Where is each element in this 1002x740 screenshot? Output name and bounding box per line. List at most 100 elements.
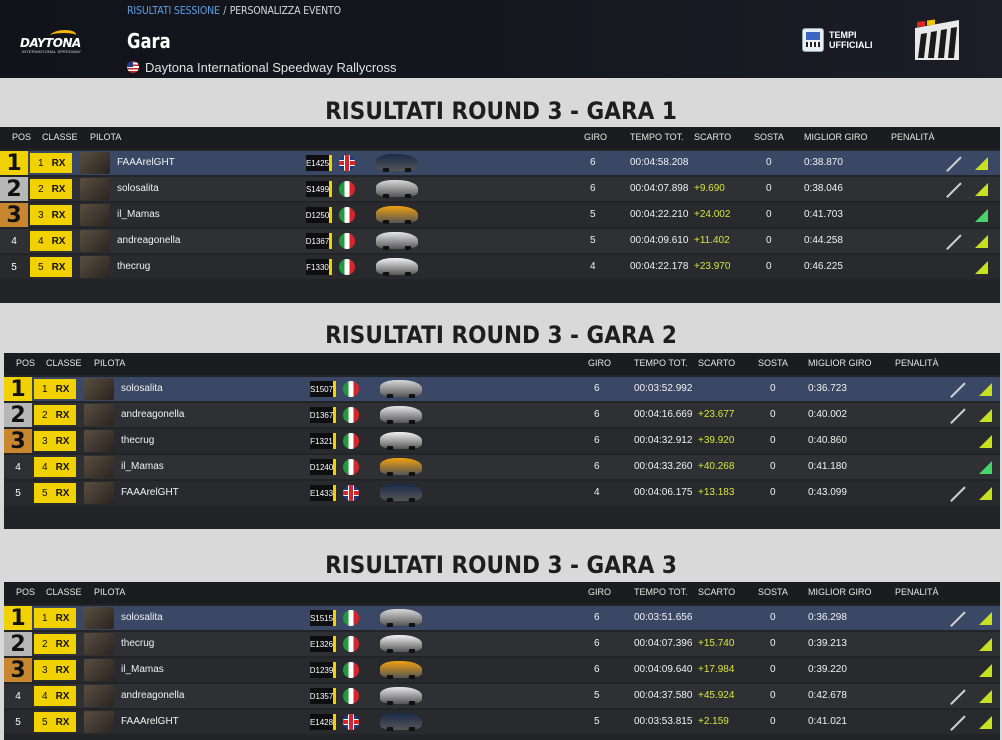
column-header-scarto[interactable]: SCARTO [698, 358, 735, 368]
penalty-slash-icon[interactable] [949, 688, 967, 704]
driver-name[interactable]: FAAArelGHT [117, 157, 175, 168]
penalty-slash-icon[interactable] [949, 407, 967, 423]
table-row[interactable]: 3 3 RX thecrug F1321 6 00:04:32.912 +39.920 0 0:4… [4, 429, 1000, 454]
driver-name[interactable]: andreagonella [117, 235, 180, 246]
breadcrumb-results-session[interactable]: RISULTATI SESSIONE [127, 4, 220, 17]
driver-name[interactable]: thecrug [117, 261, 150, 272]
driver-avatar [84, 456, 114, 478]
penalty-slash-icon[interactable] [949, 610, 967, 626]
penalty-slash-icon[interactable] [945, 155, 963, 171]
penalty-indicator-icon [979, 716, 992, 729]
pit-stops: 0 [770, 664, 776, 675]
driver-name[interactable]: andreagonella [121, 690, 184, 701]
total-time: 00:04:58.208 [630, 157, 689, 168]
table-row[interactable]: 5 5 RX thecrug F1330 4 00:04:22.178 +23.970 0 0:4… [0, 255, 1000, 279]
driver-name[interactable]: andreagonella [121, 409, 184, 420]
penalty-slash-icon[interactable] [945, 233, 963, 249]
column-header-giro[interactable]: GIRO [584, 132, 607, 142]
column-header-classe[interactable]: CLASSE [42, 132, 78, 142]
table-row[interactable]: 4 4 RX andreagonella D1357 5 00:04:37.580 +45.9… [4, 684, 1000, 708]
laps: 5 [594, 716, 600, 727]
table-row[interactable]: 4 4 RX andreagonella D1367 5 00:04:09.610 +11.4… [0, 229, 1000, 253]
driver-name[interactable]: solosalita [121, 612, 163, 623]
column-header-sosta[interactable]: SOSTA [758, 587, 788, 597]
column-header-miglior[interactable]: MIGLIOR GIRO [808, 358, 872, 368]
table-row[interactable]: 4 4 RX il_Mamas D1240 6 00:04:33.260 +40.268 0 0:… [4, 455, 1000, 479]
column-header-pos[interactable]: POS [16, 587, 35, 597]
laps: 6 [594, 638, 600, 649]
position-badge: 1 [0, 151, 28, 176]
column-header-penalita[interactable]: PENALITÀ [895, 358, 939, 368]
position-badge: 5 [15, 716, 21, 728]
column-header-tempo[interactable]: TEMPO TOT. [630, 132, 684, 142]
driver-name[interactable]: il_Mamas [121, 664, 164, 675]
pit-stops: 0 [770, 612, 776, 623]
penalty-indicator-icon [979, 435, 992, 448]
driver-name[interactable]: thecrug [121, 435, 154, 446]
class-number: 3 [42, 664, 48, 676]
table-row[interactable]: 2 2 RX solosalita S1499 6 00:04:07.898 +9.690 0 0… [0, 177, 1000, 202]
driver-name[interactable]: il_Mamas [121, 461, 164, 472]
column-header-pos[interactable]: POS [16, 358, 35, 368]
column-header-pilota[interactable]: PILOTA [94, 358, 125, 368]
table-row[interactable]: 1 1 RX solosalita S1515 6 00:03:51.656 0 0:36.29… [4, 606, 1000, 631]
column-header-penalita[interactable]: PENALITÀ [895, 587, 939, 597]
pit-stops: 0 [766, 261, 772, 272]
table-row[interactable]: 1 1 RX FAAArelGHT E1425 6 00:04:58.208 0 0:38.87… [0, 151, 1000, 176]
driver-rating: E1428 [310, 714, 336, 730]
table-row[interactable]: 2 2 RX thecrug E1326 6 00:04:07.396 +15.740 0 0:3… [4, 632, 1000, 657]
column-header-sosta[interactable]: SOSTA [758, 358, 788, 368]
total-time: 00:04:37.580 [634, 690, 693, 701]
column-header-tempo[interactable]: TEMPO TOT. [634, 358, 688, 368]
driver-name[interactable]: thecrug [121, 638, 154, 649]
breadcrumb-customize-event[interactable]: PERSONALIZZA EVENTO [230, 4, 341, 17]
class-badge: 3 RX [34, 660, 76, 680]
column-header-pos[interactable]: POS [12, 132, 31, 142]
driver-rating: D1239 [310, 662, 336, 678]
driver-name[interactable]: FAAArelGHT [121, 716, 179, 727]
driver-name[interactable]: solosalita [117, 183, 159, 194]
table-row[interactable]: 2 2 RX andreagonella D1367 6 00:04:16.669 +23.6… [4, 403, 1000, 428]
column-header-pilota[interactable]: PILOTA [90, 132, 121, 142]
total-time: 00:04:06.175 [634, 487, 693, 498]
session-header: DAYTONA INTERNATIONAL SPEEDWAY RISULTATI… [0, 0, 1002, 78]
column-header-scarto[interactable]: SCARTO [698, 587, 735, 597]
column-header-sosta[interactable]: SOSTA [754, 132, 784, 142]
penalty-indicator-icon [975, 261, 988, 274]
column-header-penalita[interactable]: PENALITÀ [891, 132, 935, 142]
driver-name[interactable]: solosalita [121, 383, 163, 394]
column-header-miglior[interactable]: MIGLIOR GIRO [804, 132, 868, 142]
penalty-slash-icon[interactable] [949, 485, 967, 501]
car-livery-icon [380, 484, 422, 502]
column-header-giro[interactable]: GIRO [588, 587, 611, 597]
table-row[interactable]: 3 3 RX il_Mamas D1250 5 00:04:22.210 +24.002 0 0:… [0, 203, 1000, 228]
column-header-giro[interactable]: GIRO [588, 358, 611, 368]
column-header-pilota[interactable]: PILOTA [94, 587, 125, 597]
column-header-classe[interactable]: CLASSE [46, 587, 82, 597]
gap: +23.677 [698, 409, 735, 420]
car-livery-icon [380, 609, 422, 627]
total-time: 00:04:07.898 [630, 183, 689, 194]
table-row[interactable]: 3 3 RX il_Mamas D1239 6 00:04:09.640 +17.984 0 0:… [4, 658, 1000, 683]
pit-stops: 0 [770, 716, 776, 727]
table-row[interactable]: 5 5 RX FAAArelGHT E1428 5 00:03:53.815 +2.159 0 0… [4, 710, 1000, 734]
class-badge: 1 RX [30, 153, 72, 173]
driver-rating: S1507 [310, 381, 336, 397]
column-header-scarto[interactable]: SCARTO [694, 132, 731, 142]
table-row[interactable]: 5 5 RX FAAArelGHT E1433 4 00:04:06.175 +13.183 0… [4, 481, 1000, 505]
column-header-tempo[interactable]: TEMPO TOT. [634, 587, 688, 597]
driver-rating: D1250 [306, 207, 332, 223]
us-flag-icon [127, 61, 139, 73]
column-header-miglior[interactable]: MIGLIOR GIRO [808, 587, 872, 597]
gap: +2.159 [698, 716, 729, 727]
penalty-slash-icon[interactable] [949, 714, 967, 730]
gap: +13.183 [698, 487, 735, 498]
column-header-classe[interactable]: CLASSE [46, 358, 82, 368]
penalty-indicator-icon [979, 461, 992, 474]
table-row[interactable]: 1 1 RX solosalita S1507 6 00:03:52.992 0 0:36.72… [4, 377, 1000, 402]
laps: 6 [594, 612, 600, 623]
penalty-slash-icon[interactable] [949, 381, 967, 397]
driver-name[interactable]: il_Mamas [117, 209, 160, 220]
penalty-slash-icon[interactable] [945, 181, 963, 197]
driver-name[interactable]: FAAArelGHT [121, 487, 179, 498]
